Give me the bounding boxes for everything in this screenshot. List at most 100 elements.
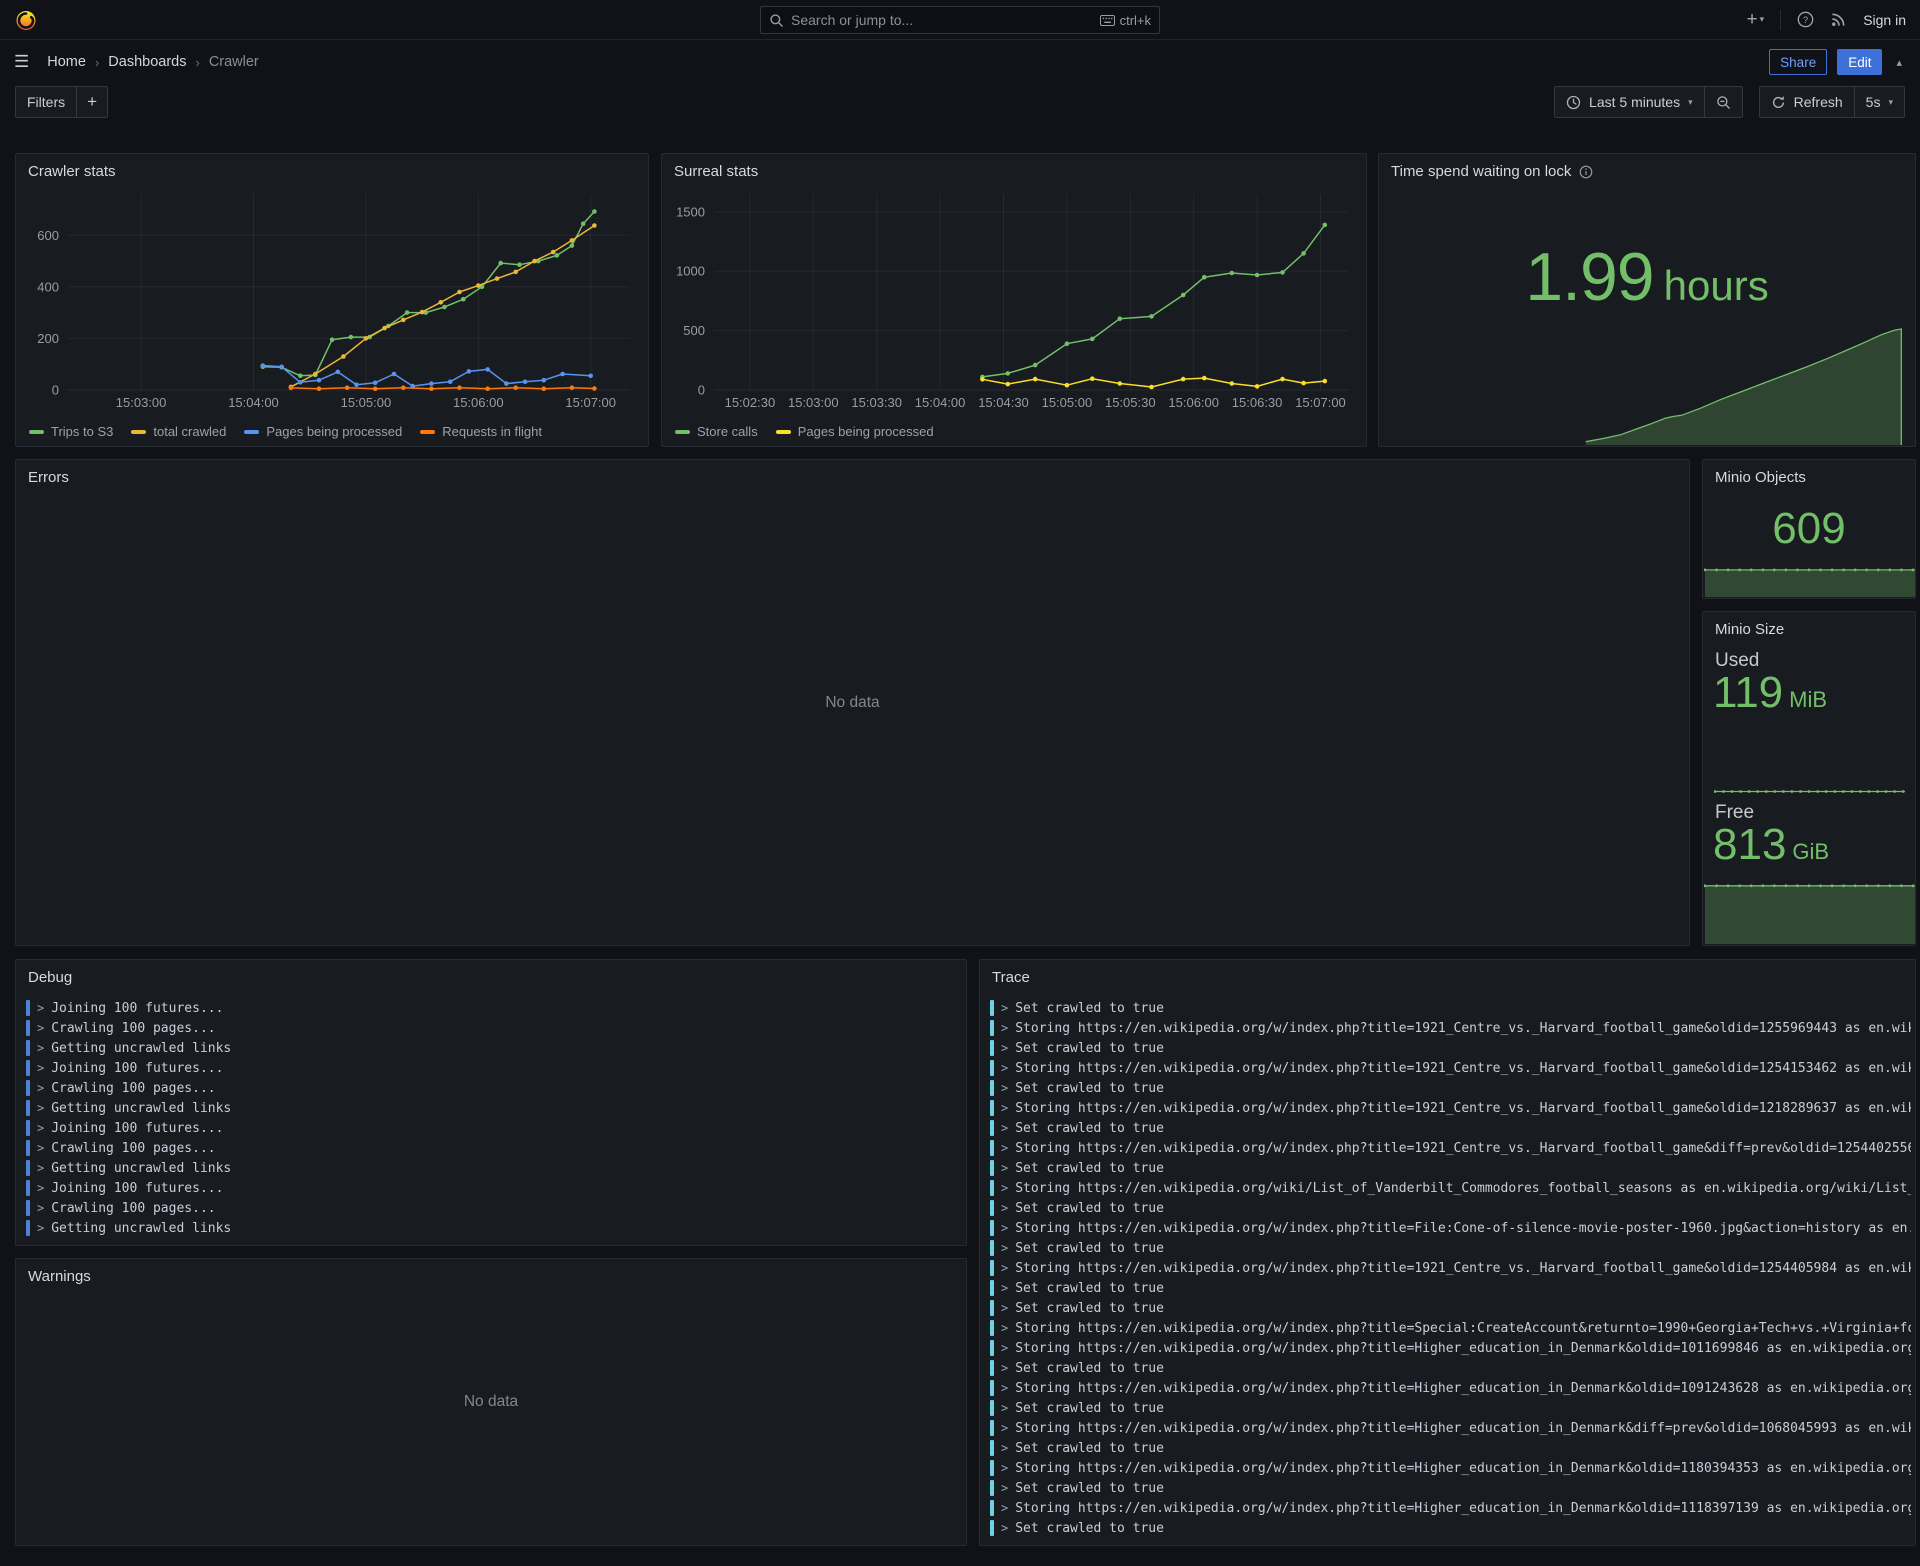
expand-chevron-icon: > — [1001, 1001, 1008, 1015]
log-level-bar — [26, 1200, 30, 1216]
panel-title[interactable]: Crawler stats — [28, 163, 116, 180]
refresh-interval-picker[interactable]: 5s ▾ — [1854, 86, 1905, 118]
log-line[interactable]: >Crawling 100 pages... — [26, 1138, 962, 1158]
chevron-up-icon[interactable]: ▴ — [1892, 56, 1906, 69]
panel-title[interactable]: Minio Objects — [1715, 469, 1806, 486]
menu-toggle-icon[interactable]: ☰ — [14, 52, 29, 72]
log-line[interactable]: >Set crawled to true — [990, 1158, 1911, 1178]
log-line[interactable]: >Storing https://en.wikipedia.org/w/inde… — [990, 1098, 1911, 1118]
log-line[interactable]: >Set crawled to true — [990, 1278, 1911, 1298]
expand-chevron-icon: > — [1001, 1501, 1008, 1515]
legend-item[interactable]: total crawled — [131, 424, 226, 439]
breadcrumb-home[interactable]: Home — [47, 54, 86, 70]
info-icon[interactable] — [1579, 165, 1593, 179]
log-level-bar — [990, 1160, 994, 1176]
expand-chevron-icon: > — [1001, 1281, 1008, 1295]
log-line[interactable]: >Storing https://en.wikipedia.org/w/inde… — [990, 1338, 1911, 1358]
log-line[interactable]: >Crawling 100 pages... — [26, 1078, 962, 1098]
log-line[interactable]: >Set crawled to true — [990, 1118, 1911, 1138]
news-rss-icon[interactable] — [1830, 11, 1847, 28]
log-line[interactable]: >Storing https://en.wikipedia.org/wiki/L… — [990, 1178, 1911, 1198]
log-level-bar — [990, 1200, 994, 1216]
log-line[interactable]: >Storing https://en.wikipedia.org/w/inde… — [990, 1138, 1911, 1158]
log-line[interactable]: >Joining 100 futures... — [26, 1058, 962, 1078]
surreal-stats-chart[interactable]: 05001000150015:02:3015:03:0015:03:3015:0… — [670, 188, 1356, 416]
breadcrumb-dashboards[interactable]: Dashboards — [108, 54, 186, 70]
log-line[interactable]: >Set crawled to true — [990, 1438, 1911, 1458]
time-range-picker[interactable]: Last 5 minutes ▾ — [1554, 86, 1705, 118]
log-line[interactable]: >Set crawled to true — [990, 1298, 1911, 1318]
add-menu-button[interactable]: +▾ — [1747, 10, 1765, 29]
breadcrumb-current: Crawler — [209, 54, 259, 70]
log-line[interactable]: >Storing https://en.wikipedia.org/w/inde… — [990, 1058, 1911, 1078]
log-line[interactable]: >Storing https://en.wikipedia.org/w/inde… — [990, 1378, 1911, 1398]
log-line[interactable]: >Getting uncrawled links — [26, 1218, 962, 1238]
search-icon — [769, 13, 784, 28]
log-line[interactable]: >Getting uncrawled links — [26, 1038, 962, 1058]
panel-title[interactable]: Minio Size — [1715, 621, 1784, 638]
log-line[interactable]: >Set crawled to true — [990, 1038, 1911, 1058]
log-line[interactable]: > Storing https://en.wikipedia.org/w/inde… — [990, 1318, 1911, 1338]
log-line[interactable]: >Set crawled to true — [990, 1358, 1911, 1378]
panel-title[interactable]: Time spend waiting on lock — [1391, 163, 1593, 180]
log-line[interactable]: >Getting uncrawled links — [26, 1098, 962, 1118]
log-line[interactable]: >Storing https://en.wikipedia.org/w/inde… — [990, 1018, 1911, 1038]
expand-chevron-icon: > — [37, 1041, 44, 1055]
crawler-stats-chart[interactable]: 020040060015:03:0015:04:0015:05:0015:06:… — [24, 188, 638, 416]
expand-chevron-icon: > — [1001, 1321, 1008, 1335]
log-line[interactable]: >Joining 100 futures... — [26, 1118, 962, 1138]
log-line[interactable]: >Set crawled to true — [990, 1398, 1911, 1418]
log-level-bar — [26, 1100, 30, 1116]
panel-debug: Debug >Joining 100 futures...>Crawling 1… — [15, 959, 967, 1246]
legend-item[interactable]: Trips to S3 — [29, 424, 113, 439]
panel-title[interactable]: Debug — [28, 969, 72, 986]
log-line[interactable]: >Set crawled to true — [990, 1238, 1911, 1258]
log-line[interactable]: >Storing https://en.wikipedia.org/w/inde… — [990, 1498, 1911, 1518]
sign-in-button[interactable]: Sign in — [1863, 12, 1906, 28]
edit-button[interactable]: Edit — [1837, 49, 1882, 75]
grafana-logo-icon[interactable] — [14, 8, 38, 32]
legend-item[interactable]: Pages being processed — [244, 424, 402, 439]
zoom-out-button[interactable] — [1704, 86, 1743, 118]
add-filter-button[interactable]: + — [76, 86, 108, 118]
share-button[interactable]: Share — [1769, 49, 1827, 75]
log-line[interactable]: >Crawling 100 pages... — [26, 1018, 962, 1038]
log-line[interactable]: >Storing https://en.wikipedia.org/w/inde… — [990, 1218, 1911, 1238]
svg-text:600: 600 — [37, 228, 59, 243]
expand-chevron-icon: > — [1001, 1121, 1008, 1135]
log-line[interactable]: >Set crawled to true — [990, 1478, 1911, 1498]
log-level-bar — [990, 1300, 994, 1316]
panel-minio-objects: Minio Objects 609 — [1702, 459, 1916, 599]
log-line[interactable]: >Storing https://en.wikipedia.org/w/inde… — [990, 1258, 1911, 1278]
log-line[interactable]: >Set crawled to true — [990, 1518, 1911, 1538]
log-line[interactable]: >Set crawled to true — [990, 1198, 1911, 1218]
expand-chevron-icon: > — [37, 1141, 44, 1155]
log-line[interactable]: >Set crawled to true — [990, 1078, 1911, 1098]
help-icon[interactable]: ? — [1797, 11, 1814, 28]
legend-item[interactable]: Pages being processed — [776, 424, 934, 439]
svg-text:400: 400 — [37, 279, 59, 294]
log-line[interactable]: >Getting uncrawled links — [26, 1158, 962, 1178]
filters-group: Filters + — [15, 86, 108, 118]
log-line[interactable]: >Set crawled to true — [990, 998, 1911, 1018]
log-line[interactable]: >Storing https://en.wikipedia.org/w/inde… — [990, 1458, 1911, 1478]
log-message: Storing https://en.wikipedia.org/w/index… — [1015, 1421, 1911, 1436]
log-line[interactable]: >Joining 100 futures... — [26, 998, 962, 1018]
refresh-button[interactable]: Refresh — [1759, 86, 1855, 118]
log-line[interactable]: >Joining 100 futures... — [26, 1178, 962, 1198]
log-message: Storing https://en.wikipedia.org/w/index… — [1015, 1321, 1911, 1336]
log-line[interactable]: >Crawling 100 pages... — [26, 1198, 962, 1218]
panel-title[interactable]: Trace — [992, 969, 1030, 986]
expand-chevron-icon: > — [1001, 1181, 1008, 1195]
minio-free-value: 813GiB — [1713, 820, 1829, 870]
log-message: Set crawled to true — [1015, 1161, 1164, 1176]
legend-item[interactable]: Requests in flight — [420, 424, 542, 439]
no-data-message: No data — [16, 1259, 966, 1545]
expand-chevron-icon: > — [1001, 1021, 1008, 1035]
filters-label[interactable]: Filters — [15, 86, 77, 118]
log-line[interactable]: >Storing https://en.wikipedia.org/w/inde… — [990, 1418, 1911, 1438]
search-input[interactable] — [791, 12, 1100, 28]
panel-title[interactable]: Surreal stats — [674, 163, 758, 180]
expand-chevron-icon: > — [37, 1121, 44, 1135]
legend-item[interactable]: Store calls — [675, 424, 758, 439]
